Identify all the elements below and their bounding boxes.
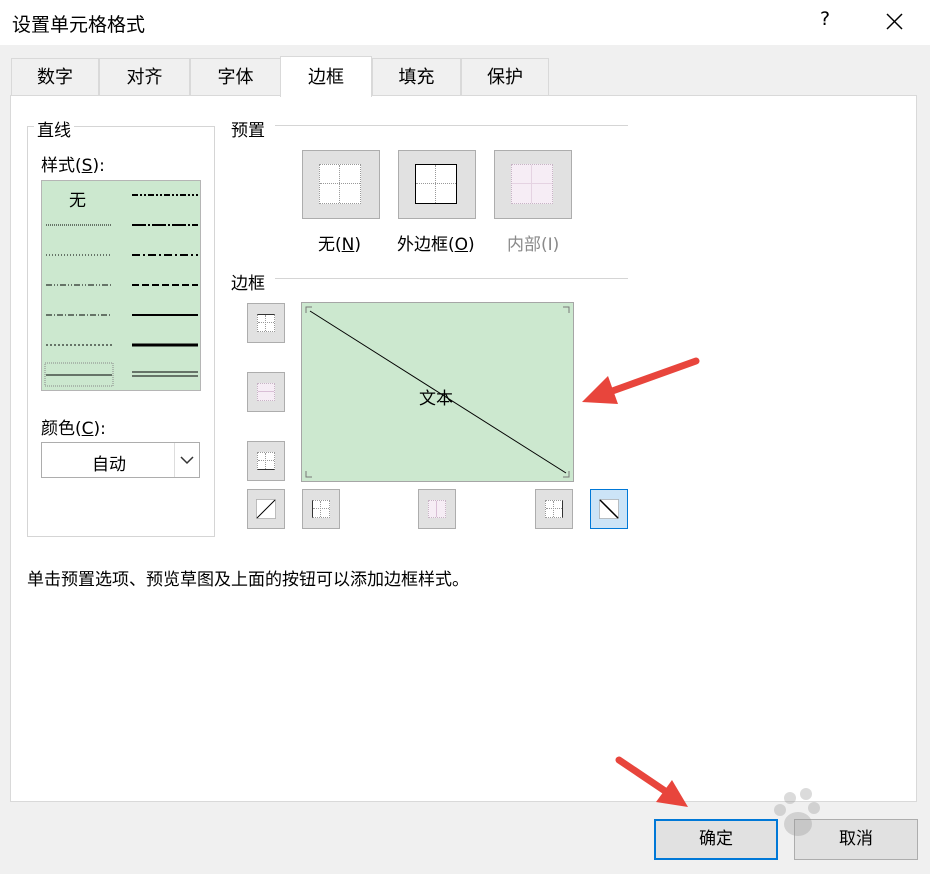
- tab-border[interactable]: 边框: [280, 56, 372, 97]
- tab-number[interactable]: 数字: [11, 58, 99, 95]
- line-style-samples[interactable]: [42, 181, 200, 390]
- ok-button[interactable]: 确定: [654, 819, 778, 860]
- close-icon: [886, 13, 903, 30]
- color-select[interactable]: 自动: [41, 442, 200, 478]
- border-inside-vertical-button: [418, 489, 456, 529]
- border-inside-horizontal-button: [247, 372, 285, 412]
- border-left-button[interactable]: [302, 489, 340, 529]
- border-bottom-icon: [257, 452, 275, 470]
- style-label: 样式(S):: [41, 156, 105, 176]
- close-button[interactable]: [880, 6, 910, 36]
- preset-none-label: 无(N): [318, 235, 361, 255]
- border-inside-vertical-icon: [428, 500, 446, 518]
- cancel-button[interactable]: 取消: [794, 819, 918, 860]
- preview-text: 文本: [419, 389, 453, 409]
- tab-alignment[interactable]: 对齐: [99, 58, 190, 95]
- border-inside-horizontal-icon: [257, 383, 275, 401]
- preset-none-button[interactable]: [302, 150, 380, 219]
- title-bar: 设置单元格格式 ?: [0, 0, 930, 45]
- tab-font[interactable]: 字体: [190, 58, 281, 95]
- presets-title: 预置: [231, 121, 265, 141]
- hint-text: 单击预置选项、预览草图及上面的按钮可以添加边框样式。: [27, 570, 469, 590]
- border-outline-icon: [415, 164, 457, 204]
- preset-inside-button: [494, 150, 572, 219]
- border-right-button[interactable]: [535, 489, 573, 529]
- dialog-title: 设置单元格格式: [12, 14, 146, 36]
- border-diagonal-down-button[interactable]: [590, 489, 628, 529]
- border-preview[interactable]: 文本: [301, 302, 574, 482]
- border-bottom-button[interactable]: [247, 441, 285, 481]
- chevron-down-icon: [180, 456, 194, 465]
- border-divider: [275, 278, 628, 279]
- border-top-button[interactable]: [247, 303, 285, 343]
- preset-inside-label: 内部(I): [507, 235, 560, 255]
- presets-divider: [275, 125, 628, 126]
- color-select-arrow[interactable]: [174, 443, 199, 477]
- line-style-list[interactable]: 无: [41, 180, 201, 391]
- tab-fill[interactable]: 填充: [372, 58, 461, 95]
- preset-outline-label: 外边框(O): [397, 235, 475, 255]
- diagonal-up-icon: [256, 499, 276, 519]
- preset-outline-button[interactable]: [398, 150, 476, 219]
- border-left-icon: [312, 500, 330, 518]
- border-none-icon: [319, 164, 361, 204]
- color-label: 颜色(C):: [41, 419, 106, 439]
- border-diagonal-up-button[interactable]: [247, 489, 285, 529]
- color-select-value: 自动: [92, 455, 126, 475]
- line-group-title: 直线: [34, 116, 74, 141]
- border-top-icon: [257, 314, 275, 332]
- diagonal-down-icon: [599, 499, 619, 519]
- border-title: 边框: [231, 274, 265, 294]
- border-right-icon: [545, 500, 563, 518]
- help-button[interactable]: ?: [812, 8, 838, 36]
- tab-protection[interactable]: 保护: [461, 58, 549, 95]
- border-inside-icon: [511, 164, 553, 204]
